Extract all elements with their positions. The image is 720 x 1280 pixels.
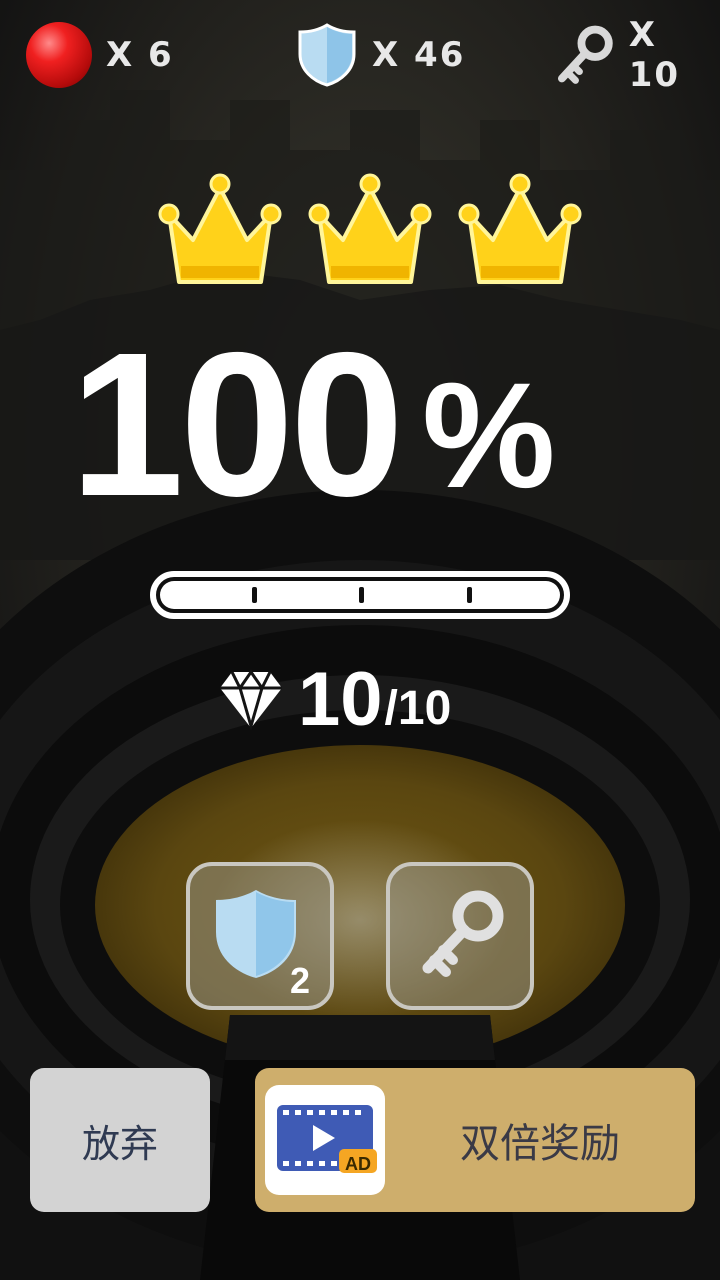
key-count: X 10 bbox=[628, 15, 681, 95]
film-play-icon bbox=[277, 1105, 377, 1173]
crown-icon bbox=[458, 173, 582, 284]
abandon-button-label: 放弃 bbox=[81, 1121, 158, 1166]
double-reward-button[interactable]: AD 双倍奖励 bbox=[255, 1068, 695, 1212]
abandon-button[interactable]: 放弃 bbox=[30, 1068, 210, 1212]
red-ball-icon bbox=[26, 22, 92, 88]
ball-counter: X 6 bbox=[26, 20, 174, 90]
progress-tick bbox=[467, 587, 472, 603]
percent-value: 100 bbox=[70, 310, 404, 539]
reward-slot-key bbox=[386, 862, 534, 1010]
shield-count: X 46 bbox=[372, 35, 466, 75]
crown-rating bbox=[0, 170, 720, 300]
key-icon bbox=[557, 25, 613, 84]
crown-icon bbox=[158, 173, 282, 284]
key-icon bbox=[422, 890, 504, 977]
gems-collected: 10 bbox=[298, 657, 383, 742]
shield-counter: X 46 bbox=[296, 20, 465, 90]
video-ad-icon: AD bbox=[265, 1085, 385, 1195]
shield-reward-count: 2 bbox=[290, 960, 311, 1001]
gem-counter: 10 /10 bbox=[218, 650, 451, 740]
progress-bar bbox=[150, 571, 570, 619]
diamond-icon bbox=[220, 669, 282, 730]
game-result-screen: X 6 X 46 X 10 100 % 10 /10 2 放弃 AD 双倍奖励 bbox=[0, 0, 720, 1280]
reward-slot-shield: 2 bbox=[186, 862, 334, 1010]
progress-tick bbox=[252, 587, 257, 603]
progress-tick bbox=[359, 587, 364, 603]
percent-sign: % bbox=[422, 351, 556, 519]
gems-total: /10 bbox=[384, 682, 452, 735]
double-reward-label: 双倍奖励 bbox=[460, 1121, 620, 1167]
shield-icon bbox=[298, 23, 356, 87]
ad-badge: AD bbox=[345, 1154, 371, 1174]
key-counter: X 10 bbox=[556, 15, 720, 95]
ball-count: X 6 bbox=[106, 35, 174, 75]
crown-icon bbox=[308, 173, 432, 284]
completion-percent: 100% bbox=[70, 320, 690, 530]
